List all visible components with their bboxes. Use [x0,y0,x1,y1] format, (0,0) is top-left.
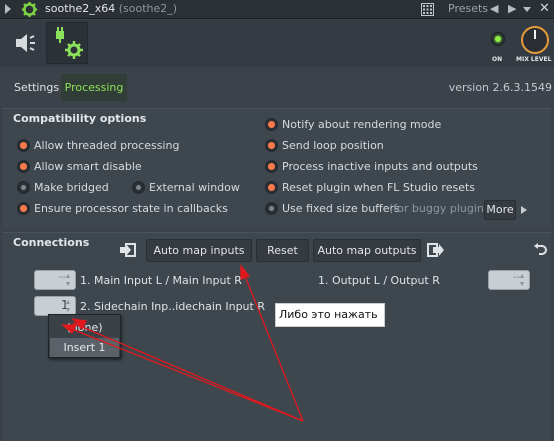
annotation-arrows [61,264,304,422]
annotation-arrow-selector [72,322,304,422]
annotation-arrow-dropdown [73,329,304,422]
annotation-arrow-auto-map [244,275,304,422]
arrowhead-icon [61,324,78,335]
arrowhead-icon [240,264,251,280]
